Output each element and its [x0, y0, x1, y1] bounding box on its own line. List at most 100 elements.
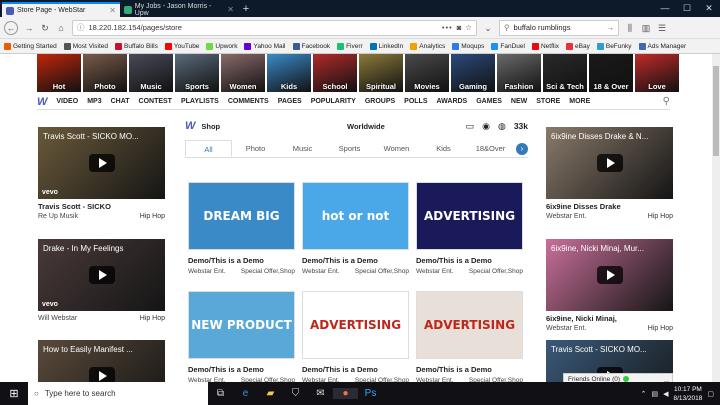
- library-icon[interactable]: ⫼: [625, 23, 635, 33]
- bookmark-fanduel[interactable]: FanDuel: [491, 42, 525, 50]
- category-spiritual[interactable]: Spiritual: [359, 54, 403, 92]
- edge-icon[interactable]: e: [233, 388, 258, 399]
- video-name[interactable]: 6ix9ine, Nicki Minaj,: [546, 314, 673, 323]
- task-view-icon[interactable]: ⧉: [208, 388, 233, 399]
- shop-tab-sports[interactable]: Sports: [326, 140, 373, 157]
- maximize-icon[interactable]: ☐: [676, 0, 698, 17]
- nav-pages[interactable]: PAGES: [278, 98, 302, 105]
- category-sci-tech[interactable]: Sci & Tech: [543, 54, 587, 92]
- reload-icon[interactable]: ↻: [40, 23, 50, 33]
- home-icon[interactable]: ⌂: [56, 23, 66, 33]
- product-image[interactable]: ADVERTISING: [416, 291, 523, 359]
- video-card[interactable]: 6ix9ine Disses Drake & N... 6ix9ine Disse…: [546, 127, 673, 220]
- bookmark-upwork[interactable]: Upwork: [206, 42, 237, 50]
- genre-tag[interactable]: Hip Hop: [140, 315, 165, 322]
- shop-tab-all[interactable]: All: [185, 140, 232, 157]
- product-tag[interactable]: Special Offer,Shop: [469, 268, 523, 275]
- category-sports[interactable]: Sports: [175, 54, 219, 92]
- product-title[interactable]: Demo/This is a Demo: [302, 365, 409, 374]
- category-gaming[interactable]: Gaming: [451, 54, 495, 92]
- seller-name[interactable]: Webstar Ent.: [416, 268, 453, 275]
- video-thumbnail[interactable]: Drake - In My Feelings vevo: [38, 239, 165, 311]
- play-icon[interactable]: [88, 367, 115, 382]
- nav-new[interactable]: NEW: [511, 98, 527, 105]
- seller-name[interactable]: Webstar Ent.: [188, 268, 225, 275]
- product-card[interactable]: ADVERTISING Demo/This is a Demo Webstar En…: [302, 291, 409, 382]
- play-icon[interactable]: [596, 154, 623, 172]
- globe-icon[interactable]: ◍: [498, 121, 506, 132]
- play-icon[interactable]: [88, 266, 115, 284]
- bookmark-befunky[interactable]: BeFunky: [596, 42, 632, 50]
- product-title[interactable]: Demo/This is a Demo: [416, 365, 523, 374]
- bookmark-moqups[interactable]: Moqups: [452, 42, 484, 50]
- video-thumbnail[interactable]: Travis Scott - SICKO MO... vevo: [38, 127, 165, 199]
- bookmark-youtube[interactable]: YouTube: [164, 42, 199, 50]
- back-button[interactable]: ←: [4, 20, 18, 35]
- info-icon[interactable]: ⓘ: [77, 22, 85, 33]
- menu-icon[interactable]: ☰: [657, 23, 667, 33]
- channel-name[interactable]: Webstar Ent.: [546, 213, 586, 220]
- close-window-icon[interactable]: ✕: [698, 0, 720, 17]
- category-women[interactable]: Women: [221, 54, 265, 92]
- category-photo[interactable]: Photo: [83, 54, 127, 92]
- shop-tab-18over[interactable]: 18&Over: [467, 140, 514, 157]
- video-name[interactable]: 6ix9ine Disses Drake: [546, 202, 673, 211]
- category-love[interactable]: Love: [635, 54, 679, 92]
- bookmark-facebook[interactable]: Facebook: [292, 42, 330, 50]
- nav-store[interactable]: STORE: [536, 98, 560, 105]
- product-card[interactable]: DREAM BIG Demo/This is a Demo Webstar Ent.…: [188, 182, 295, 275]
- shop-tab-photo[interactable]: Photo: [232, 140, 279, 157]
- nav-groups[interactable]: GROUPS: [365, 98, 395, 105]
- channel-name[interactable]: Will Webstar: [38, 315, 77, 322]
- product-card[interactable]: hot or not Demo/This is a Demo Webstar Ent…: [302, 182, 409, 275]
- search-icon[interactable]: ⚲: [663, 96, 670, 107]
- product-image[interactable]: ADVERTISING: [416, 182, 523, 250]
- nav-contest[interactable]: CONTEST: [139, 98, 172, 105]
- windows-start-icon[interactable]: ⊞: [0, 387, 28, 400]
- region-selector[interactable]: Worldwide: [347, 122, 385, 131]
- category-hot[interactable]: Hot: [37, 54, 81, 92]
- next-tabs-arrow-icon[interactable]: ›: [516, 143, 528, 155]
- video-card[interactable]: Drake - In My Feelings vevo Will Webstar Hi…: [38, 239, 165, 322]
- product-title[interactable]: Demo/This is a Demo: [188, 365, 295, 374]
- shop-tab-women[interactable]: Women: [373, 140, 420, 157]
- category-fashion[interactable]: Fashion: [497, 54, 541, 92]
- product-tag[interactable]: Special Offer,Shop: [355, 268, 409, 275]
- video-card[interactable]: How to Easily Manifest ...: [38, 340, 165, 382]
- video-card[interactable]: Travis Scott - SICKO MO... vevo Travis Sco…: [38, 127, 165, 220]
- nav-video[interactable]: VIDEO: [56, 98, 78, 105]
- channel-name[interactable]: Re Up Musik: [38, 213, 78, 220]
- bookmark-ebay[interactable]: eBay: [566, 42, 590, 50]
- product-image[interactable]: NEW PRODUCT: [188, 291, 295, 359]
- video-thumbnail[interactable]: 6ix9ine Disses Drake & N...: [546, 127, 673, 199]
- browser-search-box[interactable]: ⚲ buffalo rumblings →: [499, 19, 619, 36]
- bookmark-getting-started[interactable]: Getting Started: [4, 42, 57, 50]
- photoshop-icon[interactable]: Ps: [358, 388, 383, 399]
- sidebar-icon[interactable]: ▥: [641, 23, 651, 33]
- webstar-logo-icon[interactable]: W: [37, 96, 47, 108]
- bookmark-ads-manager[interactable]: Ads Manager: [638, 42, 686, 50]
- product-image[interactable]: hot or not: [302, 182, 409, 250]
- bookmark-buffalo-bills[interactable]: Buffalo Bills: [115, 42, 158, 50]
- firefox-icon[interactable]: ●: [333, 388, 358, 399]
- pocket-icon[interactable]: ◙: [457, 23, 462, 32]
- page-scrollbar[interactable]: [712, 54, 720, 382]
- address-bar[interactable]: ⓘ 18.220.182.154/pages/store ••• ◙ ☆: [72, 19, 477, 36]
- notifications-icon[interactable]: ▢: [707, 390, 714, 398]
- file-explorer-icon[interactable]: ▰: [258, 388, 283, 399]
- play-icon[interactable]: [88, 154, 115, 172]
- category-18-over[interactable]: 18 & Over: [589, 54, 633, 92]
- bookmark-yahoo-mail[interactable]: Yahoo Mail: [244, 42, 286, 50]
- product-image[interactable]: DREAM BIG: [188, 182, 295, 250]
- eye-icon[interactable]: ◉: [482, 121, 490, 132]
- network-icon[interactable]: ▤: [651, 390, 658, 398]
- close-tab-icon[interactable]: ✕: [109, 6, 116, 15]
- product-image[interactable]: ADVERTISING: [302, 291, 409, 359]
- taskbar-search[interactable]: ○ Type here to search: [28, 382, 208, 405]
- shop-tab-kids[interactable]: Kids: [420, 140, 467, 157]
- bookmark-fiverr[interactable]: Fiverr: [337, 42, 363, 50]
- bookmark-star-icon[interactable]: ☆: [465, 23, 472, 32]
- browser-tab-upwork[interactable]: My Jobs - Jason Morris - Upw ✕: [120, 2, 238, 17]
- product-title[interactable]: Demo/This is a Demo: [302, 256, 409, 265]
- category-movies[interactable]: Movies: [405, 54, 449, 92]
